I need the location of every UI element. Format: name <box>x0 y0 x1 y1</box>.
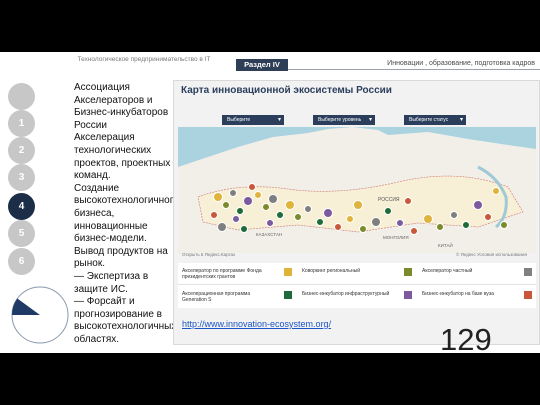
open-in-yandex-link[interactable]: Открыть в Яндекс.Картах <box>182 252 235 257</box>
map-marker[interactable] <box>304 205 312 213</box>
map-label-china: КИТАЙ <box>438 243 453 248</box>
russia-map[interactable]: РОССИЯ КАЗАХСТАН МОНГОЛИЯ КИТАЙ <box>178 127 536 253</box>
map-marker[interactable] <box>492 187 500 195</box>
map-marker[interactable] <box>436 223 444 231</box>
map-marker[interactable] <box>276 211 284 219</box>
map-marker[interactable] <box>294 213 302 221</box>
paragraph: Акселерация технологических проектов, пр… <box>74 132 171 182</box>
map-marker[interactable] <box>346 215 354 223</box>
nav-item-0[interactable] <box>8 83 35 110</box>
map-marker[interactable] <box>353 200 363 210</box>
map-marker[interactable] <box>334 223 342 231</box>
map-marker[interactable] <box>213 192 223 202</box>
legend-swatch <box>524 291 532 299</box>
map-marker[interactable] <box>285 200 295 210</box>
map-legend: Акселератор по программе Фонда президент… <box>178 263 536 308</box>
map-marker[interactable] <box>232 215 240 223</box>
map-marker[interactable] <box>323 208 333 218</box>
map-marker[interactable] <box>404 197 412 205</box>
map-marker[interactable] <box>484 213 492 221</box>
filter-status[interactable]: Выберите статус <box>404 115 466 125</box>
map-marker[interactable] <box>450 211 458 219</box>
map-marker[interactable] <box>248 183 256 191</box>
map-marker[interactable] <box>359 225 367 233</box>
legend-swatch <box>524 268 532 276</box>
map-marker[interactable] <box>217 222 227 232</box>
legend-divider <box>178 284 536 285</box>
nav-item-5[interactable]: 5 <box>8 220 35 247</box>
slide: Технологическое предпринимательство в IT… <box>0 52 540 353</box>
map-marker[interactable] <box>236 207 244 215</box>
header-topic: Инновации , образование, подготовка кадр… <box>387 60 535 67</box>
legend-item[interactable]: Бизнес-инкубатор инфраструктурный <box>298 288 416 303</box>
legend-swatch <box>284 268 292 276</box>
map-label-russia: РОССИЯ <box>378 197 400 203</box>
legend-item[interactable]: Акселератор по программе Фонда президент… <box>178 265 296 280</box>
legend-swatch <box>404 291 412 299</box>
nav-item-3[interactable]: 3 <box>8 164 35 191</box>
map-marker[interactable] <box>423 214 433 224</box>
map-label-mongolia: МОНГОЛИЯ <box>383 235 409 240</box>
page-number: 129 <box>440 322 492 353</box>
map-title: Карта инновационной экосистемы России <box>181 85 392 96</box>
map-marker[interactable] <box>266 219 274 227</box>
map-marker[interactable] <box>371 217 381 227</box>
legend-swatch <box>404 268 412 276</box>
nav-item-6[interactable]: 6 <box>8 248 35 275</box>
map-marker[interactable] <box>262 203 270 211</box>
map-marker[interactable] <box>229 189 237 197</box>
legend-item[interactable]: Коворкинг региональный <box>298 265 416 280</box>
map-marker[interactable] <box>462 221 470 229</box>
map-marker[interactable] <box>210 211 218 219</box>
map-marker[interactable] <box>222 201 230 209</box>
header-course-title: Технологическое предпринимательство в IT <box>77 56 211 63</box>
legend-item[interactable]: Акселератор частный <box>418 265 536 280</box>
map-marker[interactable] <box>268 194 278 204</box>
map-marker[interactable] <box>384 207 392 215</box>
filter-level[interactable]: Выберите уровень <box>313 115 375 125</box>
nav-item-2[interactable]: 2 <box>8 137 35 164</box>
map-canvas <box>178 127 536 253</box>
body-text: Ассоциация Акселераторов и Бизнес-инкуба… <box>74 82 184 346</box>
map-marker[interactable] <box>500 221 508 229</box>
map-marker[interactable] <box>316 218 324 226</box>
progress-pie-icon <box>11 286 69 344</box>
map-marker[interactable] <box>254 191 262 199</box>
paragraph: Ассоциация Акселераторов и Бизнес-инкуба… <box>74 82 169 131</box>
legend-item[interactable]: Бизнес-инкубатор на базе вуза <box>418 288 536 303</box>
map-copyright: © Яндекс Условия использования <box>456 252 527 257</box>
legend-item[interactable]: Акселерационная программа Generation S <box>178 288 296 303</box>
ecosystem-map-panel: Карта инновационной экосистемы России Вы… <box>173 80 540 345</box>
paragraph: — Экспертиза в защите ИС. <box>74 270 149 295</box>
map-marker[interactable] <box>240 225 248 233</box>
section-badge: Раздел IV <box>236 59 288 71</box>
map-marker[interactable] <box>396 219 404 227</box>
filter-specialization[interactable]: Выберите специализацию <box>222 115 284 133</box>
map-marker[interactable] <box>410 227 418 235</box>
nav-item-4[interactable]: 4 <box>8 193 35 220</box>
paragraph: Создание высокотехнологичного бизнеса, и… <box>74 182 179 245</box>
paragraph: Вывод продуктов на рынок. <box>74 245 168 270</box>
ecosystem-link[interactable]: http://www.innovation-ecosystem.org/ <box>182 319 331 329</box>
map-marker[interactable] <box>473 200 483 210</box>
paragraph: — Форсайт и прогнозирование в высокотехн… <box>74 296 177 345</box>
map-label-kazakhstan: КАЗАХСТАН <box>256 232 283 237</box>
map-marker[interactable] <box>243 196 253 206</box>
nav-item-1[interactable]: 1 <box>8 110 35 137</box>
legend-swatch <box>284 291 292 299</box>
